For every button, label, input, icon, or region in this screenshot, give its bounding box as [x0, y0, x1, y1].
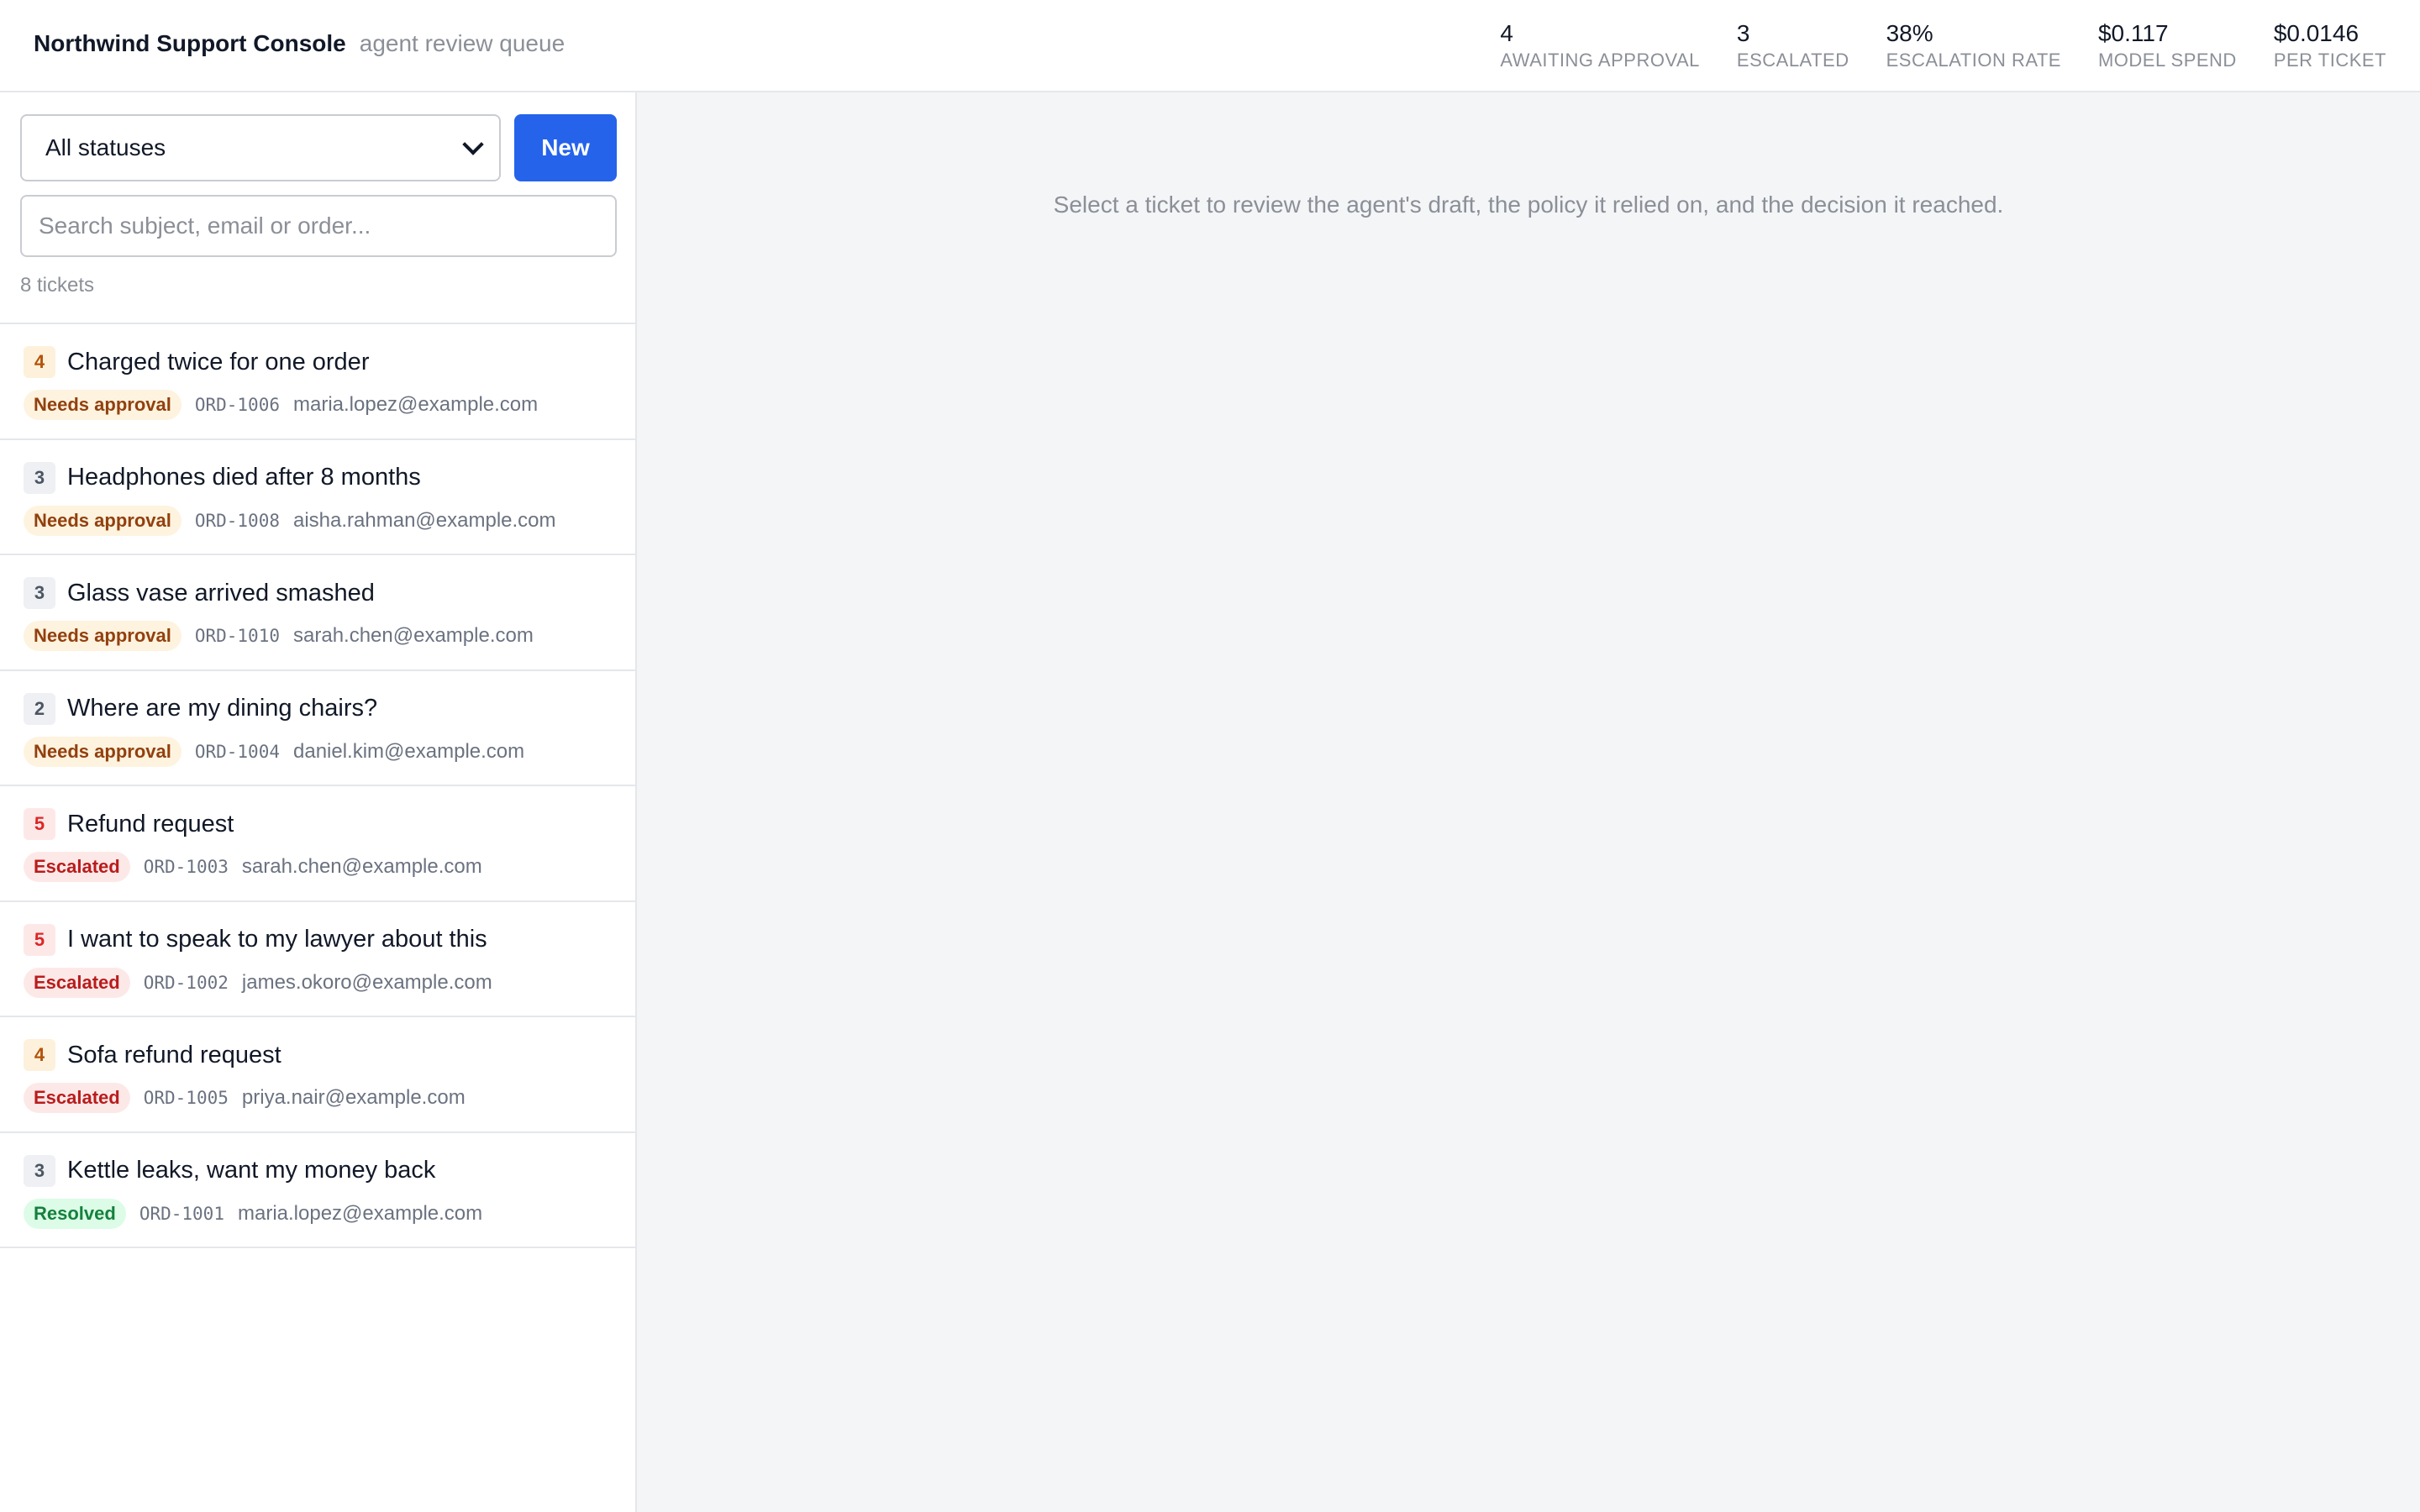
status-badge: Needs approval: [24, 736, 182, 767]
ticket-count: 8 tickets: [20, 274, 95, 297]
ticket-item[interactable]: 4 Sofa refund request Escalated ORD-1005 pr…: [0, 1017, 635, 1133]
priority-badge: 3: [24, 461, 55, 494]
status-badge: Escalated: [24, 1083, 130, 1113]
ticket-subject: Refund request: [67, 810, 234, 837]
status-badge: Escalated: [24, 967, 130, 998]
ticket-sidebar: All statuses New 8 tickets 4 Charged twic…: [0, 92, 637, 1512]
stat-label: ESCALATED: [1736, 50, 1849, 71]
status-badge: Needs approval: [24, 505, 182, 536]
priority-badge: 5: [24, 923, 55, 956]
customer-email: sarah.chen@example.com: [241, 855, 482, 878]
priority-badge: 5: [24, 808, 55, 840]
ticket-item[interactable]: 3 Kettle leaks, want my money back Resolv…: [0, 1132, 635, 1248]
chevron-down-icon: [462, 134, 484, 155]
status-filter-value: All statuses: [45, 134, 166, 160]
ticket-detail-panel: Select a ticket to review the agent's dr…: [637, 92, 2420, 1512]
ticket-item[interactable]: 3 Headphones died after 8 months Needs ap…: [0, 439, 635, 555]
ticket-subject: Charged twice for one order: [67, 348, 370, 375]
priority-badge: 4: [24, 1039, 55, 1071]
stat-label: MODEL SPEND: [2097, 50, 2237, 71]
stat-escalation-rate: 38% ESCALATION RATE: [1886, 18, 2061, 72]
stat-awaiting-approval: 4 AWAITING APPROVAL: [1500, 18, 1700, 72]
ticket-item[interactable]: 3 Glass vase arrived smashed Needs approv…: [0, 555, 635, 671]
status-filter-select[interactable]: All statuses: [20, 114, 501, 181]
ticket-subject: Headphones died after 8 months: [67, 464, 421, 491]
order-id: ORD-1004: [194, 741, 280, 762]
ticket-list: 4 Charged twice for one order Needs appro…: [0, 323, 635, 1248]
order-id: ORD-1006: [194, 395, 280, 415]
order-id: ORD-1005: [143, 1088, 229, 1108]
customer-email: sarah.chen@example.com: [293, 624, 534, 647]
status-badge: Escalated: [24, 852, 130, 882]
order-id: ORD-1003: [143, 857, 229, 877]
priority-badge: 4: [24, 346, 55, 378]
customer-email: daniel.kim@example.com: [293, 739, 525, 763]
ticket-subject: Kettle leaks, want my money back: [67, 1157, 436, 1184]
order-id: ORD-1010: [194, 626, 280, 646]
app-subtitle: agent review queue: [359, 30, 566, 56]
status-badge: Resolved: [24, 1198, 126, 1229]
priority-badge: 3: [24, 577, 55, 609]
ticket-item[interactable]: 4 Charged twice for one order Needs appro…: [0, 324, 635, 440]
stat-value: $0.0146: [2273, 20, 2360, 46]
status-badge: Needs approval: [24, 390, 182, 420]
customer-email: maria.lopez@example.com: [293, 393, 539, 416]
order-id: ORD-1002: [143, 972, 229, 993]
ticket-item[interactable]: 5 Refund request Escalated ORD-1003 sarah.c…: [0, 786, 635, 902]
stat-per-ticket: $0.0146 PER TICKET: [2274, 18, 2386, 72]
stat-label: AWAITING APPROVAL: [1500, 50, 1700, 71]
customer-email: aisha.rahman@example.com: [293, 508, 556, 532]
stat-value: 3: [1736, 20, 1750, 46]
stat-label: PER TICKET: [2273, 50, 2386, 71]
ticket-subject: Glass vase arrived smashed: [67, 579, 375, 606]
customer-email: james.okoro@example.com: [241, 970, 492, 994]
stats-bar: 4 AWAITING APPROVAL 3 ESCALATED 38% ESCA…: [1500, 18, 2386, 72]
stat-value: 4: [1500, 20, 1513, 46]
app-title: Northwind Support Console: [34, 30, 346, 56]
stat-label: ESCALATION RATE: [1886, 50, 2061, 71]
search-input[interactable]: [20, 195, 617, 257]
stat-escalated: 3 ESCALATED: [1737, 18, 1849, 72]
ticket-subject: Sofa refund request: [67, 1041, 281, 1068]
stat-model-spend: $0.117 MODEL SPEND: [2098, 18, 2237, 72]
ticket-subject: I want to speak to my lawyer about this: [67, 926, 487, 953]
order-id: ORD-1001: [139, 1203, 224, 1224]
ticket-item[interactable]: 5 I want to speak to my lawyer about this…: [0, 901, 635, 1017]
priority-badge: 3: [24, 1154, 55, 1187]
empty-state-message: Select a ticket to review the agent's dr…: [1053, 192, 2004, 218]
stat-value: $0.117: [2097, 20, 2169, 46]
new-ticket-button[interactable]: New: [514, 114, 617, 181]
ticket-item[interactable]: 2 Where are my dining chairs? Needs appro…: [0, 670, 635, 786]
priority-badge: 2: [24, 692, 55, 725]
customer-email: priya.nair@example.com: [241, 1086, 466, 1109]
stat-value: 38%: [1886, 20, 1933, 46]
top-bar: Northwind Support Console agent review q…: [0, 0, 2420, 92]
order-id: ORD-1008: [194, 510, 280, 531]
customer-email: maria.lopez@example.com: [237, 1201, 483, 1225]
status-badge: Needs approval: [24, 621, 182, 651]
brand: Northwind Support Console agent review q…: [34, 30, 565, 57]
filter-row: All statuses New: [20, 114, 617, 181]
ticket-subject: Where are my dining chairs?: [67, 695, 378, 722]
